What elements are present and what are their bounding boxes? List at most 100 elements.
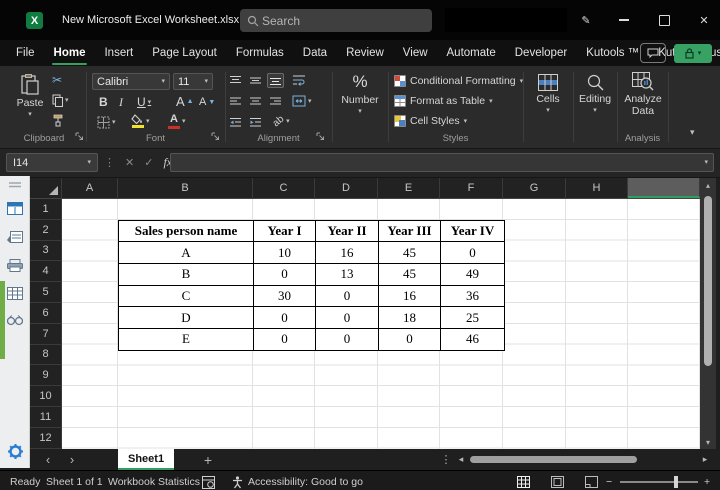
table-cell[interactable]: A xyxy=(119,242,254,264)
borders-button[interactable]: ▾ xyxy=(97,116,116,129)
menu-tab-developer[interactable]: Developer xyxy=(515,47,567,59)
cell-styles-button[interactable]: Cell Styles ▾ xyxy=(394,115,467,127)
share-button[interactable]: ▾ xyxy=(674,43,712,63)
cells-button[interactable]: Cells ▾ xyxy=(523,74,573,114)
prev-sheet-button[interactable]: ‹ xyxy=(38,449,58,470)
hscroll-left-button[interactable]: ◂ xyxy=(454,449,468,470)
row-header-9[interactable]: 9 xyxy=(30,365,62,387)
cells-body[interactable]: Sales person name Year I Year II Year III Ye… xyxy=(62,199,700,449)
scroll-up-icon[interactable]: ▴ xyxy=(700,178,716,192)
workbook-statistics-icon[interactable] xyxy=(202,471,215,490)
row-header-5[interactable]: 5 xyxy=(30,282,62,303)
column-header-G[interactable]: G xyxy=(503,178,566,198)
formula-expand-icon[interactable]: ▾ xyxy=(704,159,708,166)
scroll-down-icon[interactable]: ▾ xyxy=(700,435,716,449)
table-cell[interactable]: 36 xyxy=(441,285,504,307)
formula-bar-handle-icon[interactable]: ⋮ xyxy=(104,156,115,169)
menu-tab-automate[interactable]: Automate xyxy=(447,47,496,59)
zoom-out-button[interactable]: − xyxy=(606,471,612,490)
row-header-7[interactable]: 7 xyxy=(30,323,62,345)
align-top-button[interactable] xyxy=(229,75,242,86)
page-break-preview-button[interactable] xyxy=(580,471,602,490)
table-header-cell[interactable]: Year II xyxy=(316,220,379,242)
add-sheet-button[interactable]: + xyxy=(198,449,218,470)
increase-font-button[interactable]: A ▲ xyxy=(176,94,194,109)
table-cell[interactable]: 0 xyxy=(254,307,316,329)
format-painter-button[interactable] xyxy=(52,114,64,127)
bold-button[interactable]: B xyxy=(99,95,108,109)
excel-app-icon[interactable]: X xyxy=(26,12,43,29)
row-header-2[interactable]: 2 xyxy=(30,219,62,241)
ink-button[interactable]: ✎ xyxy=(572,10,600,30)
table-cell[interactable]: 0 xyxy=(379,329,441,350)
accessibility-status[interactable]: Accessibility: Good to go xyxy=(248,471,363,490)
column-list-pane-icon[interactable] xyxy=(7,287,23,300)
minimize-button[interactable] xyxy=(610,10,638,30)
zoom-in-button[interactable]: + xyxy=(704,471,710,490)
italic-button[interactable]: I xyxy=(119,95,123,110)
font-dialog-launcher[interactable] xyxy=(211,132,220,141)
next-sheet-button[interactable]: › xyxy=(62,449,82,470)
underline-button[interactable]: U ▾ xyxy=(137,95,151,109)
conditional-formatting-button[interactable]: Conditional Formatting ▾ xyxy=(394,75,523,87)
font-family-select[interactable]: Calibri ▾ xyxy=(92,73,170,90)
table-cell[interactable]: 25 xyxy=(441,307,504,329)
table-cell[interactable]: E xyxy=(119,329,254,350)
column-header-F[interactable]: F xyxy=(440,178,503,198)
table-cell[interactable]: 30 xyxy=(254,285,316,307)
sheet-tab-sheet1[interactable]: Sheet1 xyxy=(118,449,175,470)
close-button[interactable]: ✕ xyxy=(690,10,718,30)
font-color-button[interactable]: A ▾ xyxy=(168,113,186,129)
table-cell[interactable]: B xyxy=(119,264,254,285)
analyze-data-button[interactable]: Analyze Data xyxy=(619,72,667,117)
column-header-C[interactable]: C xyxy=(253,178,315,198)
table-cell[interactable]: D xyxy=(119,307,254,329)
decrease-font-button[interactable]: A ▼ xyxy=(199,96,215,108)
table-cell[interactable]: 13 xyxy=(316,264,379,285)
name-pane-icon[interactable] xyxy=(7,231,23,243)
align-right-button[interactable] xyxy=(269,96,282,107)
hscroll-right-button[interactable]: ▸ xyxy=(698,449,712,470)
fill-color-button[interactable]: ▾ xyxy=(131,114,150,128)
maximize-button[interactable] xyxy=(650,10,678,30)
page-layout-view-button[interactable] xyxy=(546,471,568,490)
grid-column-A[interactable] xyxy=(62,199,118,449)
decrease-indent-button[interactable] xyxy=(229,117,242,128)
copy-button[interactable]: ▾ xyxy=(52,94,69,107)
row-header-6[interactable]: 6 xyxy=(30,302,62,324)
horizontal-scroll-thumb[interactable] xyxy=(470,456,637,463)
cancel-icon[interactable]: ✕ xyxy=(125,156,134,169)
table-cell[interactable]: 46 xyxy=(441,329,504,350)
workbook-statistics[interactable]: Workbook Statistics xyxy=(108,471,200,490)
grid-column-I[interactable] xyxy=(628,199,700,449)
column-header-H[interactable]: H xyxy=(566,178,628,198)
row-header-12[interactable]: 12 xyxy=(30,427,62,449)
row-header-8[interactable]: 8 xyxy=(30,344,62,366)
table-cell[interactable]: 10 xyxy=(254,242,316,264)
zoom-slider-thumb[interactable] xyxy=(674,476,678,488)
format-as-table-button[interactable]: Format as Table ▾ xyxy=(394,95,493,107)
column-header-D[interactable]: D xyxy=(315,178,378,198)
menu-tab-file[interactable]: File xyxy=(16,47,35,59)
menu-tab-data[interactable]: Data xyxy=(303,47,327,59)
table-header-cell[interactable]: Year IV xyxy=(441,220,504,242)
pane-handle-icon[interactable] xyxy=(9,182,21,188)
row-header-3[interactable]: 3 xyxy=(30,240,62,262)
number-format-button[interactable]: % Number ▾ xyxy=(332,72,388,115)
name-box[interactable]: I14 ▾ xyxy=(6,153,98,172)
table-cell[interactable]: 0 xyxy=(316,285,379,307)
align-center-button[interactable] xyxy=(249,96,262,107)
column-header-E[interactable]: E xyxy=(378,178,440,198)
menu-tab-view[interactable]: View xyxy=(403,47,428,59)
wrap-text-button[interactable] xyxy=(292,74,306,86)
grid-column-G[interactable] xyxy=(503,199,566,449)
table-cell[interactable]: 0 xyxy=(254,329,316,350)
settings-gear-icon[interactable] xyxy=(8,444,23,459)
enter-icon[interactable]: ✓ xyxy=(144,156,153,169)
row-header-11[interactable]: 11 xyxy=(30,406,62,428)
tab-options-icon[interactable]: ⋮ xyxy=(440,449,452,470)
font-size-select[interactable]: 11 ▾ xyxy=(173,73,213,90)
align-bottom-button[interactable] xyxy=(267,73,284,88)
menu-tab-home[interactable]: Home xyxy=(51,47,88,65)
table-cell[interactable]: 0 xyxy=(316,329,379,350)
